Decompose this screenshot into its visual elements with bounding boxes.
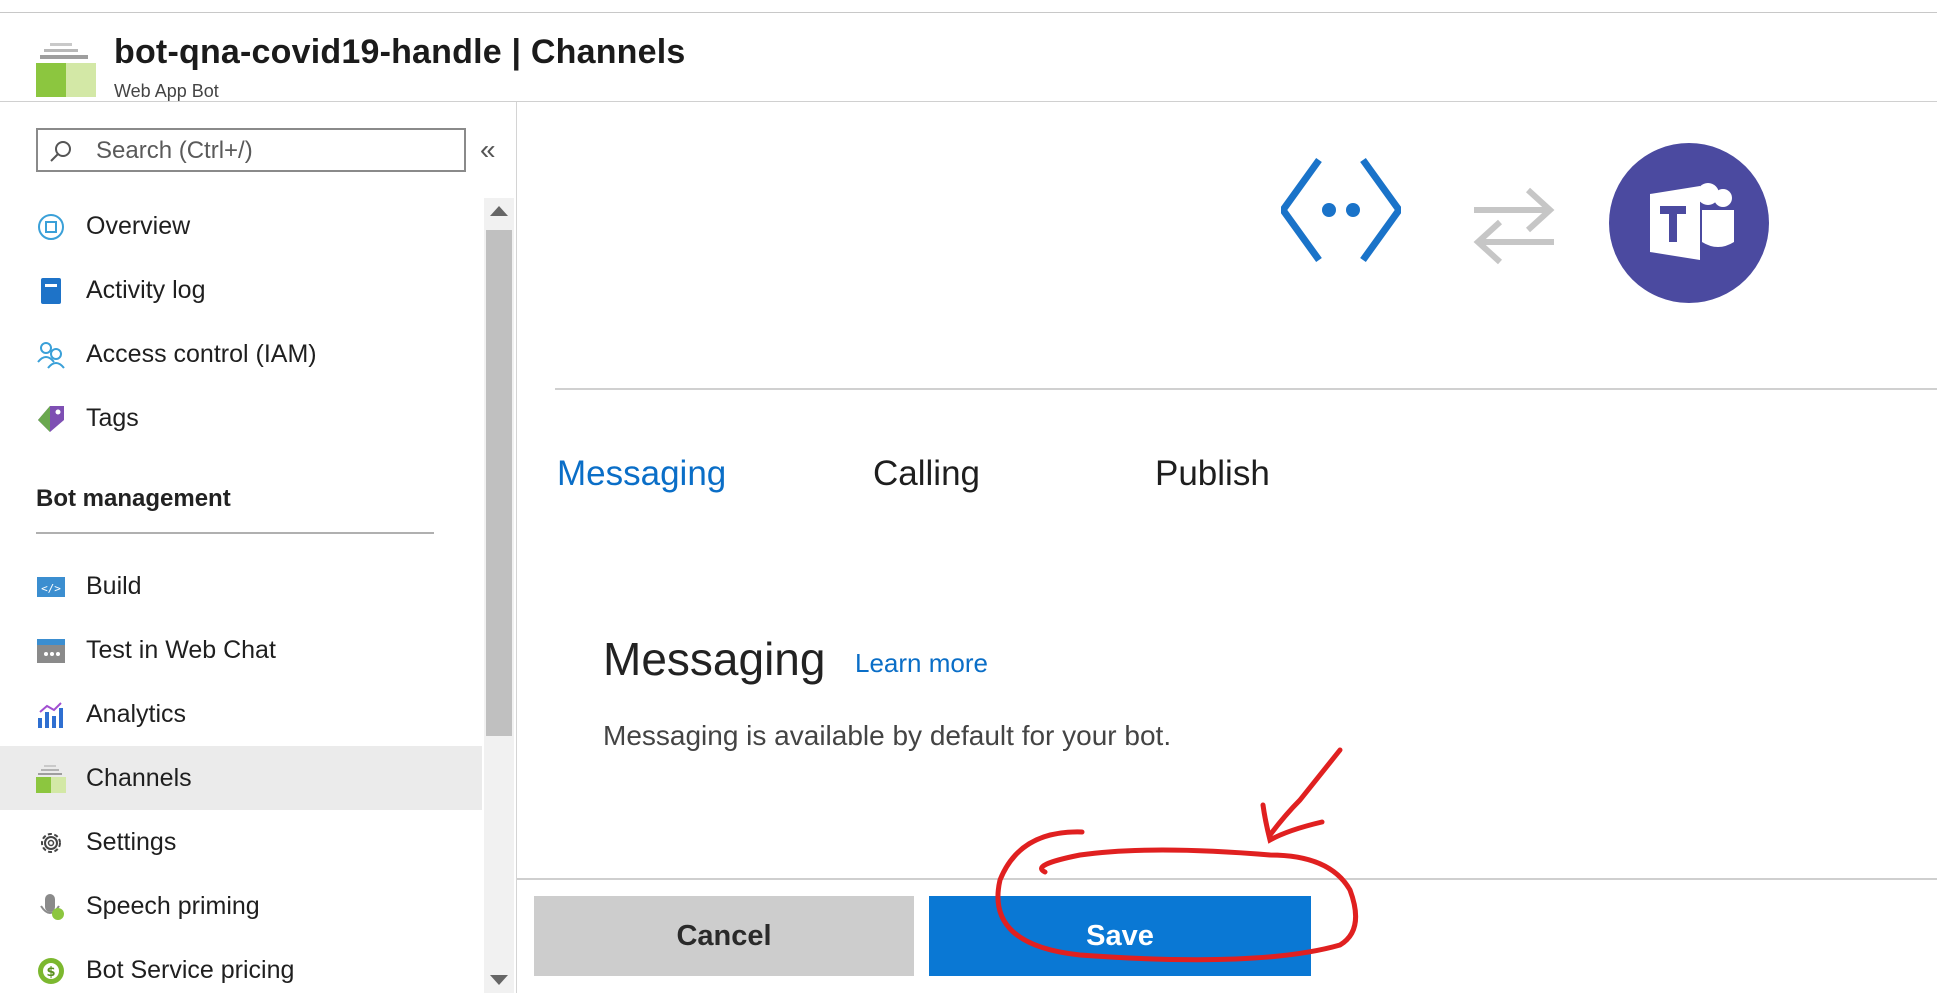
learn-more-link[interactable]: Learn more — [855, 648, 988, 679]
access-control-icon — [37, 342, 65, 369]
search-icon — [50, 141, 71, 162]
sidebar-item-access-control[interactable]: Access control (IAM) — [0, 322, 482, 386]
sidebar-item-build[interactable]: </> Build — [0, 554, 482, 618]
teams-icon — [1609, 143, 1769, 303]
build-icon: </> — [37, 577, 65, 597]
save-button[interactable]: Save — [929, 896, 1311, 976]
svg-text:</>: </> — [41, 582, 61, 595]
pricing-icon: $ — [38, 958, 64, 984]
cancel-button[interactable]: Cancel — [534, 896, 914, 976]
sidebar-item-label: Speech priming — [86, 892, 260, 920]
sidebar-item-tags[interactable]: Tags — [0, 386, 482, 450]
sidebar-item-settings[interactable]: Settings — [0, 810, 482, 874]
sidebar-item-analytics[interactable]: Analytics — [0, 682, 482, 746]
tab-publish[interactable]: Publish — [1155, 454, 1270, 494]
main-content: Messaging Calling Publish Messaging Lear… — [517, 102, 1937, 993]
section-divider — [36, 532, 434, 534]
sidebar-item-activity-log[interactable]: Activity log — [0, 258, 482, 322]
page-subtitle: Web App Bot — [114, 81, 219, 101]
activity-log-icon — [41, 278, 61, 304]
sidebar: « Overview Activity log Access control (… — [0, 102, 517, 993]
sidebar-item-label: Activity log — [86, 276, 206, 304]
web-chat-icon — [37, 639, 65, 663]
section-heading-bot-management: Bot management — [36, 485, 231, 512]
hero-divider — [555, 388, 1937, 390]
speech-priming-icon — [40, 894, 64, 920]
sidebar-item-channels[interactable]: Channels — [0, 746, 482, 810]
messaging-description: Messaging is available by default for yo… — [603, 720, 1172, 751]
sidebar-item-label: Access control (IAM) — [86, 340, 317, 368]
overview-icon — [38, 214, 64, 240]
scroll-thumb[interactable] — [486, 230, 512, 736]
sidebar-item-label: Channels — [86, 764, 192, 792]
sidebar-item-bot-service-pricing[interactable]: $ Bot Service pricing — [0, 938, 482, 1002]
sidebar-item-label: Analytics — [86, 700, 187, 728]
messaging-section-title: Messaging — [603, 633, 826, 685]
tab-messaging[interactable]: Messaging — [557, 454, 726, 494]
sidebar-item-overview[interactable]: Overview — [0, 194, 482, 258]
sidebar-item-label: Test in Web Chat — [86, 636, 276, 664]
sidebar-scrollbar[interactable] — [484, 198, 514, 993]
channels-icon — [36, 765, 66, 793]
tab-calling[interactable]: Calling — [873, 454, 980, 494]
scroll-down-arrow[interactable] — [490, 975, 508, 985]
analytics-icon — [38, 702, 63, 728]
gear-icon — [41, 833, 61, 853]
sidebar-item-label: Tags — [86, 404, 139, 432]
sidebar-item-label: Settings — [86, 828, 177, 856]
page-title: bot-qna-covid19-handle | Channels — [114, 33, 686, 71]
swap-arrows-icon — [1473, 187, 1555, 265]
footer-divider — [517, 878, 1937, 880]
sidebar-item-label: Build — [86, 572, 142, 600]
sidebar-item-test-in-web-chat[interactable]: Test in Web Chat — [0, 618, 482, 682]
blade-header: bot-qna-covid19-handle | Channels Web Ap… — [0, 13, 1937, 102]
tags-icon — [38, 406, 64, 432]
collapse-sidebar-button[interactable]: « — [480, 136, 496, 164]
sidebar-item-label: Bot Service pricing — [86, 956, 295, 984]
search-input[interactable] — [94, 134, 458, 168]
sidebar-item-label: Overview — [86, 212, 191, 240]
scroll-up-arrow[interactable] — [490, 206, 508, 216]
search-box[interactable] — [36, 128, 466, 172]
sidebar-item-speech-priming[interactable]: Speech priming — [0, 874, 482, 938]
svg-text:$: $ — [46, 965, 55, 980]
channels-stack-icon — [36, 43, 96, 97]
top-breadcrumb-strip — [0, 0, 1937, 13]
bot-icon — [1281, 157, 1401, 263]
